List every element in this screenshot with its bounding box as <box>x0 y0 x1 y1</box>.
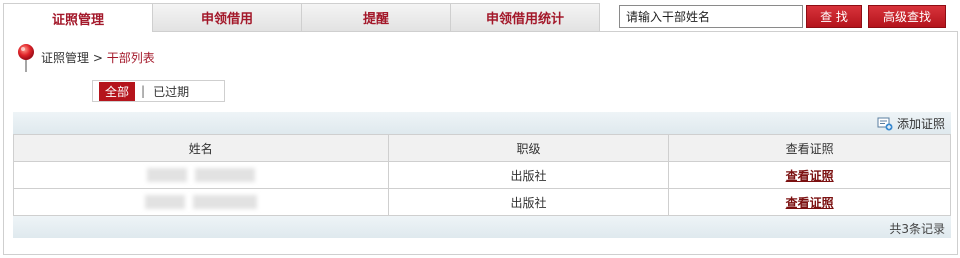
view-certificate-link[interactable]: 查看证照 <box>786 196 834 210</box>
add-certificate-button[interactable]: 添加证照 <box>877 115 945 132</box>
filter-divider: | <box>141 84 146 98</box>
cell-name-redacted <box>13 161 389 189</box>
filter-group: 全部 | 已过期 <box>92 80 225 102</box>
table-header-row: 姓名 职级 查看证照 <box>13 134 951 162</box>
cadre-table: 姓名 职级 查看证照 出版社 查看证照 出版社 查看证照 <box>13 134 951 216</box>
table-row: 出版社 查看证照 <box>13 161 951 189</box>
location-pin-icon <box>18 44 34 72</box>
cell-rank: 出版社 <box>387 161 670 189</box>
table-footer: 共3条记录 <box>13 216 951 238</box>
tab-bar: 证照管理 申领借用 提醒 申领借用统计 <box>3 3 600 32</box>
table-row: 出版社 查看证照 <box>13 188 951 216</box>
breadcrumb-separator: > <box>89 51 107 65</box>
filter-all-button[interactable]: 全部 <box>99 81 136 101</box>
tab-apply-borrow[interactable]: 申领借用 <box>152 3 302 31</box>
add-document-icon <box>877 117 893 130</box>
search-input[interactable] <box>619 5 803 28</box>
tab-reminder[interactable]: 提醒 <box>301 3 451 31</box>
breadcrumb-root[interactable]: 证照管理 <box>41 51 89 65</box>
breadcrumb-current: 干部列表 <box>106 51 155 65</box>
column-header-name: 姓名 <box>13 134 389 162</box>
advanced-search-button[interactable]: 高级查找 <box>868 5 946 28</box>
filter-expired-button[interactable]: 已过期 <box>153 83 189 100</box>
cell-rank: 出版社 <box>387 188 670 216</box>
breadcrumb: 证照管理 > 干部列表 <box>41 49 155 66</box>
tab-apply-borrow-stats[interactable]: 申领借用统计 <box>450 3 600 31</box>
column-header-rank: 职级 <box>387 134 670 162</box>
content-panel: 证照管理 > 干部列表 全部 | 已过期 添加证照 姓名 职级 查看证照 出版社… <box>3 31 958 255</box>
find-button[interactable]: 查 找 <box>806 5 862 28</box>
tab-cert-management[interactable]: 证照管理 <box>3 3 153 32</box>
column-header-view: 查看证照 <box>668 134 951 162</box>
view-certificate-link[interactable]: 查看证照 <box>786 169 834 183</box>
record-count: 共3条记录 <box>889 222 945 236</box>
table-toolbar: 添加证照 <box>13 112 951 134</box>
add-certificate-label: 添加证照 <box>896 117 945 131</box>
cell-name-redacted <box>13 188 389 216</box>
cell-view: 查看证照 <box>668 188 951 216</box>
cell-view: 查看证照 <box>668 161 951 189</box>
